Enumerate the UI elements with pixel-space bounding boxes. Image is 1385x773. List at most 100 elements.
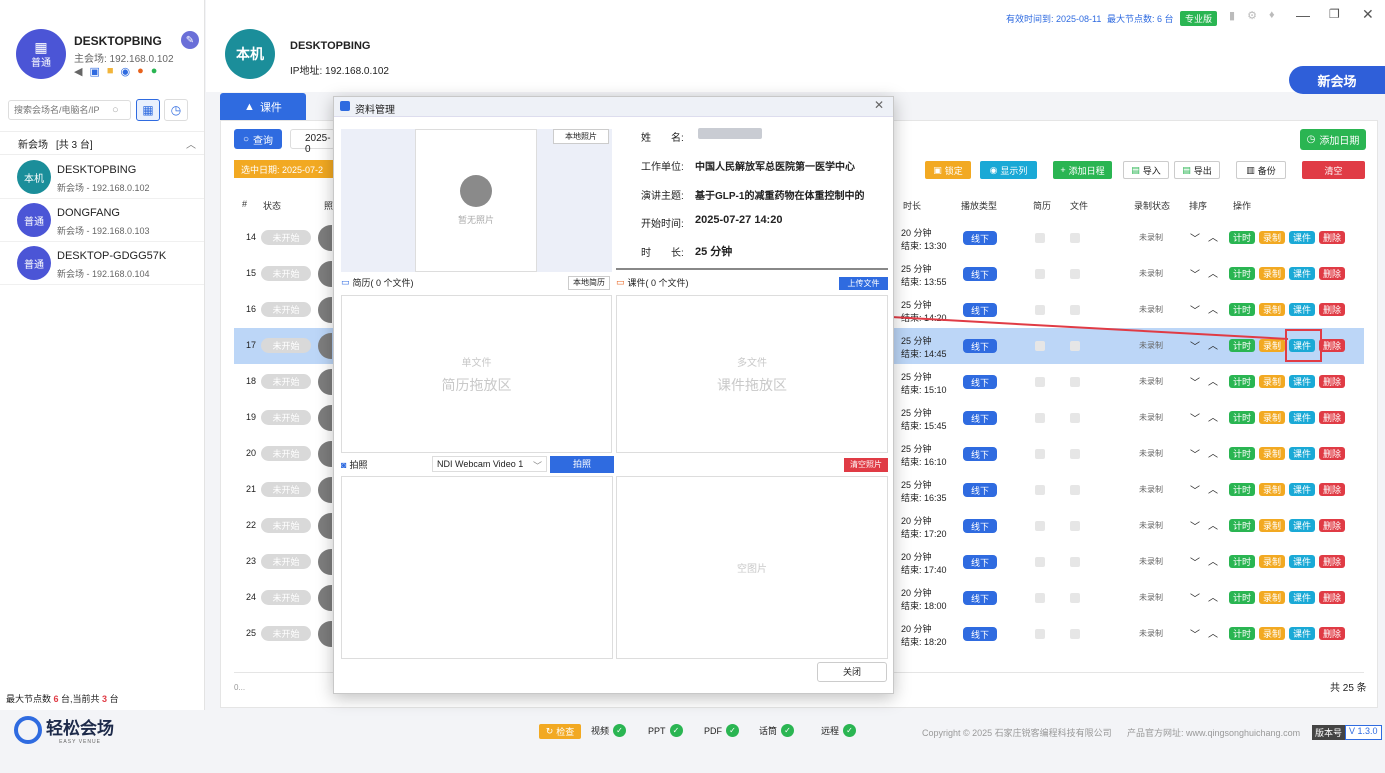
sort-up-icon[interactable]: ︿	[1208, 481, 1218, 496]
action-delete-button[interactable]: 删除	[1319, 231, 1345, 244]
action-record-button[interactable]: 录制	[1259, 483, 1285, 496]
sort-down-icon[interactable]: ﹀	[1190, 266, 1200, 281]
camera-select[interactable]: NDI Webcam Video 1 ﹀	[432, 456, 547, 472]
search-box[interactable]: ○	[8, 100, 131, 120]
minimize-button[interactable]: —	[1296, 7, 1310, 23]
action-courseware-button[interactable]: 课件	[1289, 231, 1315, 244]
action-record-button[interactable]: 录制	[1259, 447, 1285, 460]
action-delete-button[interactable]: 删除	[1319, 627, 1345, 640]
sort-up-icon[interactable]: ︿	[1208, 409, 1218, 424]
dialog-close-icon[interactable]: ✕	[874, 98, 884, 112]
import-button[interactable]: ▤ 导入	[1123, 161, 1169, 179]
row-play-type[interactable]: 线下	[963, 591, 997, 605]
row-resume-check[interactable]	[1035, 449, 1045, 459]
row-file-check[interactable]	[1070, 377, 1080, 387]
action-record-button[interactable]: 录制	[1259, 231, 1285, 244]
row-file-check[interactable]	[1070, 485, 1080, 495]
action-record-button[interactable]: 录制	[1259, 555, 1285, 568]
row-file-check[interactable]	[1070, 593, 1080, 603]
action-timer-button[interactable]: 计时	[1229, 375, 1255, 388]
action-delete-button[interactable]: 删除	[1319, 303, 1345, 316]
add-schedule-button[interactable]: + 添加日程	[1053, 161, 1112, 179]
row-play-type[interactable]: 线下	[963, 555, 997, 569]
action-record-button[interactable]: 录制	[1259, 411, 1285, 424]
take-photo-button[interactable]: 拍照	[550, 456, 614, 473]
venue-item[interactable]: 普通 DONGFANG 新会场 - 192.168.0.103	[0, 199, 204, 242]
speaker-icon[interactable]: ◀	[74, 65, 82, 78]
search-icon[interactable]: ○	[112, 104, 119, 116]
action-courseware-button[interactable]: 课件	[1289, 267, 1315, 280]
action-delete-button[interactable]: 删除	[1319, 483, 1345, 496]
row-file-check[interactable]	[1070, 413, 1080, 423]
action-delete-button[interactable]: 删除	[1319, 555, 1345, 568]
action-courseware-button[interactable]: 课件	[1289, 519, 1315, 532]
action-timer-button[interactable]: 计时	[1229, 555, 1255, 568]
row-play-type[interactable]: 线下	[963, 519, 997, 533]
row-resume-check[interactable]	[1035, 413, 1045, 423]
sort-down-icon[interactable]: ﹀	[1190, 518, 1200, 533]
action-record-button[interactable]: 录制	[1259, 375, 1285, 388]
tab-courseware[interactable]: ▲ 课件	[220, 93, 306, 120]
lock-button[interactable]: ▣ 锁定	[925, 161, 971, 179]
action-timer-button[interactable]: 计时	[1229, 519, 1255, 532]
show-columns-button[interactable]: ◉ 显示列	[980, 161, 1037, 179]
sort-up-icon[interactable]: ︿	[1208, 229, 1218, 244]
doc-icon[interactable]: ▮	[1229, 9, 1235, 22]
chrome-icon[interactable]: ◉	[121, 65, 131, 78]
venue-item[interactable]: 本机 DESKTOPBING 新会场 - 192.168.0.102	[0, 156, 204, 199]
clear-button[interactable]: 清空	[1302, 161, 1365, 179]
resume-drop-zone[interactable]: 单文件 简历拖放区	[341, 295, 612, 453]
action-timer-button[interactable]: 计时	[1229, 591, 1255, 604]
new-venue-button[interactable]: 新会场	[1289, 66, 1385, 94]
backup-button[interactable]: ▥ 备份	[1236, 161, 1286, 179]
chevron-up-icon[interactable]: ︿	[186, 136, 196, 151]
dialog-close-button[interactable]: 关闭	[817, 662, 887, 682]
add-date-button[interactable]: ◷ 添加日期	[1300, 129, 1366, 150]
row-file-check[interactable]	[1070, 233, 1080, 243]
edit-icon[interactable]: ✎	[181, 31, 199, 49]
settings-icon[interactable]: ⚙	[1247, 9, 1257, 22]
sort-up-icon[interactable]: ︿	[1208, 625, 1218, 640]
action-timer-button[interactable]: 计时	[1229, 483, 1255, 496]
action-courseware-button[interactable]: 课件	[1289, 555, 1315, 568]
row-play-type[interactable]: 线下	[963, 231, 997, 245]
sort-down-icon[interactable]: ﹀	[1190, 626, 1200, 641]
action-timer-button[interactable]: 计时	[1229, 267, 1255, 280]
action-courseware-button[interactable]: 课件	[1289, 411, 1315, 424]
row-resume-check[interactable]	[1035, 269, 1045, 279]
maximize-button[interactable]: ❐	[1329, 7, 1340, 21]
sort-up-icon[interactable]: ︿	[1208, 589, 1218, 604]
action-delete-button[interactable]: 删除	[1319, 447, 1345, 460]
upload-file-button[interactable]: 上传文件	[839, 277, 888, 290]
local-photo-button[interactable]: 本地照片	[553, 129, 609, 144]
sort-down-icon[interactable]: ﹀	[1190, 446, 1200, 461]
group-header[interactable]: 新会场 [共 3 台] ︿	[0, 131, 204, 155]
action-record-button[interactable]: 录制	[1259, 627, 1285, 640]
clock-view-button[interactable]: ◷	[164, 99, 188, 121]
row-resume-check[interactable]	[1035, 521, 1045, 531]
venue-item[interactable]: 普通 DESKTOP-GDGG57K 新会场 - 192.168.0.104	[0, 242, 204, 285]
action-delete-button[interactable]: 删除	[1319, 375, 1345, 388]
action-record-button[interactable]: 录制	[1259, 519, 1285, 532]
sort-down-icon[interactable]: ﹀	[1190, 230, 1200, 245]
wechat-icon[interactable]: ●	[151, 65, 158, 78]
row-file-check[interactable]	[1070, 449, 1080, 459]
row-file-check[interactable]	[1070, 557, 1080, 567]
row-play-type[interactable]: 线下	[963, 627, 997, 641]
row-play-type[interactable]: 线下	[963, 375, 997, 389]
row-play-type[interactable]: 线下	[963, 411, 997, 425]
query-button[interactable]: ○ 查询	[234, 129, 282, 149]
sort-down-icon[interactable]: ﹀	[1190, 554, 1200, 569]
action-courseware-button[interactable]: 课件	[1289, 591, 1315, 604]
sort-up-icon[interactable]: ︿	[1208, 445, 1218, 460]
folder-icon[interactable]: ■	[107, 65, 114, 78]
action-record-button[interactable]: 录制	[1259, 267, 1285, 280]
action-timer-button[interactable]: 计时	[1229, 447, 1255, 460]
action-delete-button[interactable]: 删除	[1319, 591, 1345, 604]
fire-icon[interactable]: ●	[137, 65, 144, 78]
row-file-check[interactable]	[1070, 269, 1080, 279]
action-timer-button[interactable]: 计时	[1229, 627, 1255, 640]
row-play-type[interactable]: 线下	[963, 483, 997, 497]
action-delete-button[interactable]: 删除	[1319, 267, 1345, 280]
action-record-button[interactable]: 录制	[1259, 591, 1285, 604]
